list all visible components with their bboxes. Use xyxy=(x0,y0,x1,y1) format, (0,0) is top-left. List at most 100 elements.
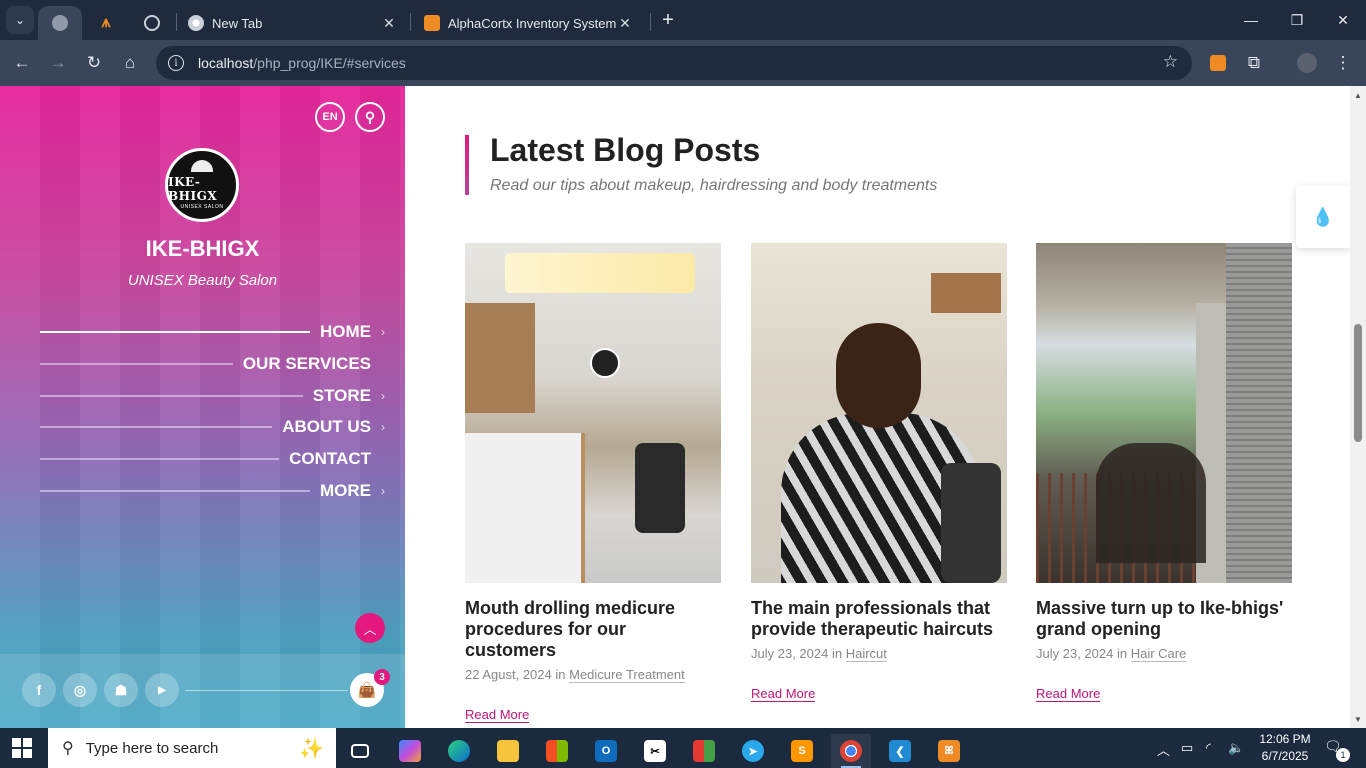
blog-card: Massive turn up to Ike-bhigs' grand open… xyxy=(1036,243,1292,703)
minimize-button[interactable]: — xyxy=(1228,0,1274,40)
scroll-up-arrow-icon[interactable]: ▲ xyxy=(1350,88,1366,102)
file-explorer-icon[interactable] xyxy=(488,734,528,768)
cart-count-badge: 3 xyxy=(374,669,390,685)
blog-image-salon-interior[interactable] xyxy=(465,243,721,583)
post-category-link[interactable]: Haircut xyxy=(845,646,887,662)
tab-alphacortx[interactable]: AlphaCortx Inventory System ✕ xyxy=(414,6,644,40)
post-title[interactable]: Massive turn up to Ike-bhigs' grand open… xyxy=(1036,598,1292,640)
post-title[interactable]: Mouth drolling medicure procedures for o… xyxy=(465,598,721,661)
chrome-icon[interactable] xyxy=(831,734,871,768)
nav-label: ABOUT US xyxy=(282,417,371,436)
nav-store[interactable]: STORE › xyxy=(40,384,385,408)
edge-icon[interactable] xyxy=(439,734,479,768)
close-tab-icon[interactable]: ✕ xyxy=(616,15,634,32)
nav-our-services[interactable]: OUR SERVICES xyxy=(40,352,385,376)
youtube-icon[interactable]: ▶ xyxy=(145,673,179,707)
post-meta: 22 Agust, 2024 in Medicure Treatment xyxy=(465,667,721,683)
read-more-link[interactable]: Read More xyxy=(751,686,816,702)
tab-title: New Tab xyxy=(212,15,263,31)
scroll-to-top-button[interactable]: ︿ xyxy=(355,613,385,643)
blog-image-grand-opening[interactable] xyxy=(1036,243,1292,583)
home-icon[interactable]: ⌂ xyxy=(115,48,145,78)
outlook-icon[interactable]: O xyxy=(586,734,626,768)
post-category-link[interactable]: Medicure Treatment xyxy=(569,667,685,683)
url-host: localhost xyxy=(198,55,254,71)
search-icon[interactable]: ⚲ xyxy=(355,102,385,132)
chevron-right-icon: › xyxy=(381,484,385,498)
colorful-app-icon[interactable] xyxy=(684,734,724,768)
read-more-link[interactable]: Read More xyxy=(465,707,530,723)
post-category-link[interactable]: Hair Care xyxy=(1130,646,1187,662)
post-meta: July 23, 2024 in Haircut xyxy=(751,646,1007,662)
chair-shape xyxy=(941,463,1001,583)
pinned-tab-3[interactable] xyxy=(130,6,174,40)
volume-icon[interactable]: 🔈 xyxy=(1228,740,1244,756)
blog-card: Mouth drolling medicure procedures for o… xyxy=(465,243,721,724)
pinned-tab-1[interactable] xyxy=(38,6,82,40)
wall-logo-shape xyxy=(590,348,620,378)
task-view-icon[interactable] xyxy=(340,734,380,768)
nav-more[interactable]: MORE › xyxy=(40,479,385,503)
snapchat-icon[interactable]: ☗ xyxy=(104,673,138,707)
page-scrollbar[interactable]: ▲ ▼ xyxy=(1350,86,1366,728)
facebook-icon[interactable]: f xyxy=(22,673,56,707)
salon-logo[interactable]: IKE-BHIGX UNISEX SALON xyxy=(165,148,239,222)
divider xyxy=(185,690,348,691)
address-bar[interactable]: i localhost/php_prog/IKE/#services ☆ xyxy=(156,46,1192,80)
clock-time: 12:06 PM xyxy=(1259,732,1311,746)
menu-kebab-icon[interactable]: ⋮ xyxy=(1328,48,1358,78)
post-meta-in: in xyxy=(555,667,566,682)
copilot-icon[interactable] xyxy=(390,734,430,768)
bookmark-star-icon[interactable]: ☆ xyxy=(1163,52,1178,72)
chevron-up-icon[interactable]: ︿ xyxy=(1157,740,1170,759)
roller-shutter-shape xyxy=(1226,243,1292,583)
counter-shape xyxy=(465,433,585,583)
new-tab-button[interactable]: + xyxy=(656,8,680,32)
restore-button[interactable]: ❐ xyxy=(1274,0,1320,40)
language-button[interactable]: EN xyxy=(315,102,345,132)
windows-start-icon[interactable] xyxy=(12,738,32,758)
section-accent-bar xyxy=(465,135,469,195)
nav-contact[interactable]: CONTACT xyxy=(40,447,385,471)
clock[interactable]: 12:06 PM 6/7/2025 xyxy=(1247,731,1323,765)
capcut-icon[interactable]: ✂ xyxy=(635,734,675,768)
site-info-icon[interactable]: i xyxy=(168,55,184,71)
browser-toolbar: ← → ↻ ⌂ i localhost/php_prog/IKE/#servic… xyxy=(0,40,1366,86)
vscode-icon[interactable]: ❮ xyxy=(880,734,920,768)
main-content: Latest Blog Posts Read our tips about ma… xyxy=(405,86,1350,728)
post-title[interactable]: The main professionals that provide ther… xyxy=(751,598,1007,640)
nav-about-us[interactable]: ABOUT US › xyxy=(40,415,385,439)
nav-label: CONTACT xyxy=(289,449,371,468)
tab-search-chevron-icon[interactable]: ⌄ xyxy=(6,6,34,34)
blog-card: The main professionals that provide ther… xyxy=(751,243,1007,703)
scrollbar-thumb[interactable] xyxy=(1354,324,1362,442)
battery-icon[interactable]: ▭ xyxy=(1181,740,1193,756)
pinned-tab-2[interactable]: ⩚ xyxy=(84,6,128,40)
puzzle-extensions-icon[interactable]: ⧉ xyxy=(1239,48,1269,78)
nav-label: OUR SERVICES xyxy=(242,354,371,373)
droplet-icon[interactable]: 💧 xyxy=(1296,186,1350,248)
forward-arrow-icon[interactable]: → xyxy=(43,48,73,78)
chair-shape xyxy=(635,443,685,533)
ms-store-icon[interactable] xyxy=(537,734,577,768)
profile-avatar[interactable] xyxy=(1292,48,1322,78)
nav-home[interactable]: HOME › xyxy=(40,320,385,344)
xampp-icon[interactable]: ꕤ xyxy=(929,734,969,768)
scroll-down-arrow-icon[interactable]: ▼ xyxy=(1350,712,1366,726)
wifi-icon[interactable]: ◜ xyxy=(1206,740,1211,756)
reload-icon[interactable]: ↻ xyxy=(79,48,109,78)
telegram-icon[interactable]: ➤ xyxy=(733,734,773,768)
instagram-icon[interactable]: ◎ xyxy=(63,673,97,707)
read-more-link[interactable]: Read More xyxy=(1036,686,1101,702)
extension-icon[interactable] xyxy=(1203,48,1233,78)
close-tab-icon[interactable]: ✕ xyxy=(380,15,398,32)
sublime-text-icon[interactable]: S xyxy=(782,734,822,768)
blog-image-haircut[interactable] xyxy=(751,243,1007,583)
close-window-button[interactable]: ✕ xyxy=(1320,0,1366,40)
taskbar-search-input[interactable]: ⚲ Type here to search ✨ xyxy=(48,728,336,768)
logo-cap-icon xyxy=(191,160,213,172)
back-arrow-icon[interactable]: ← xyxy=(7,48,37,78)
post-meta: July 23, 2024 in Hair Care xyxy=(1036,646,1292,662)
windows-taskbar: ⚲ Type here to search ✨ O ✂ ➤ S ❮ ꕤ ︿ ▭ … xyxy=(0,728,1366,768)
tab-new-tab[interactable]: New Tab ✕ xyxy=(178,6,408,40)
